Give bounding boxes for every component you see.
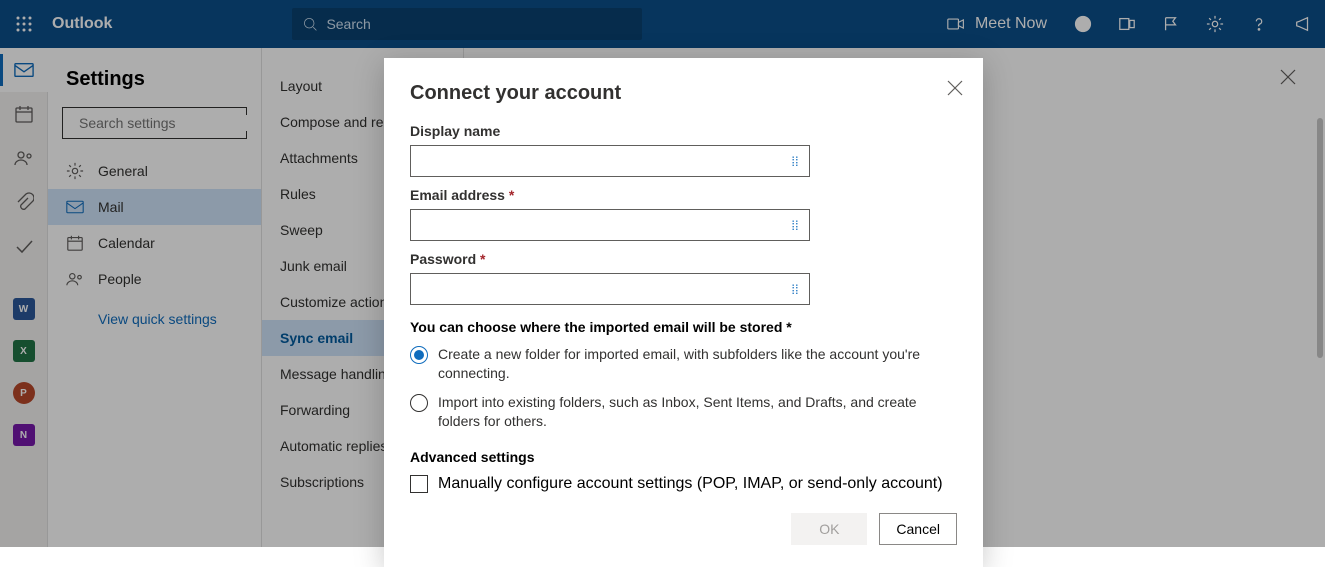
radio-new-folder[interactable]: Create a new folder for imported email, … <box>410 345 957 383</box>
dialog-buttons: OK Cancel <box>410 513 957 545</box>
radio-icon <box>410 346 428 364</box>
connect-account-dialog: Connect your account Display name ⁞⁞ Ema… <box>384 58 983 567</box>
storage-helper: You can choose where the imported email … <box>410 319 957 335</box>
email-field[interactable]: ⁞⁞ <box>410 209 810 241</box>
display-name-label: Display name <box>410 123 957 139</box>
autofill-icon[interactable]: ⁞⁞ <box>781 282 809 297</box>
radio-existing-folders[interactable]: Import into existing folders, such as In… <box>410 393 957 431</box>
dialog-close-button[interactable] <box>947 80 965 98</box>
autofill-icon[interactable]: ⁞⁞ <box>781 154 809 169</box>
advanced-heading: Advanced settings <box>410 449 957 465</box>
dialog-title: Connect your account <box>410 82 957 105</box>
autofill-icon[interactable]: ⁞⁞ <box>781 218 809 233</box>
ok-button[interactable]: OK <box>791 513 867 545</box>
password-field[interactable]: ⁞⁞ <box>410 273 810 305</box>
display-name-field[interactable]: ⁞⁞ <box>410 145 810 177</box>
display-name-input[interactable] <box>411 153 781 169</box>
email-label: Email address * <box>410 187 957 203</box>
advanced-checkbox-row[interactable]: Manually configure account settings (POP… <box>410 475 957 493</box>
password-label: Password * <box>410 251 957 267</box>
radio-label: Import into existing folders, such as In… <box>438 393 957 431</box>
password-input[interactable] <box>411 281 781 297</box>
checkbox-icon <box>410 475 428 493</box>
cancel-button[interactable]: Cancel <box>879 513 957 545</box>
radio-label: Create a new folder for imported email, … <box>438 345 957 383</box>
radio-icon <box>410 394 428 412</box>
checkbox-label: Manually configure account settings (POP… <box>438 475 943 493</box>
email-input[interactable] <box>411 217 781 233</box>
